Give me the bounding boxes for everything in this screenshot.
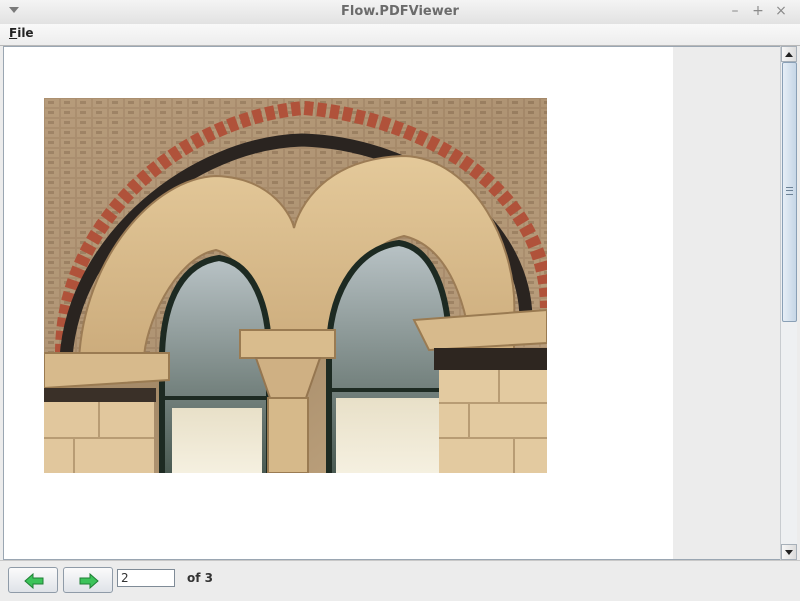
document-viewport[interactable] — [3, 46, 783, 560]
menu-file-mnemonic: F — [9, 26, 18, 40]
menu-file-label: ile — [17, 26, 34, 40]
arrow-right-icon — [79, 573, 99, 589]
vertical-scrollbar[interactable] — [780, 46, 797, 560]
arrow-left-icon — [24, 573, 44, 589]
scroll-up-button[interactable] — [781, 46, 797, 62]
page-number-input[interactable] — [117, 569, 175, 587]
scroll-down-button[interactable] — [781, 544, 797, 560]
maximize-button[interactable]: + — [750, 3, 766, 19]
window-title: Flow.PDFViewer — [341, 4, 459, 19]
menu-bar: File — [0, 24, 800, 46]
menu-file[interactable]: File — [9, 26, 34, 40]
next-page-button[interactable] — [63, 567, 113, 593]
arched-windows-photo — [44, 98, 547, 473]
page-count-label: of 3 — [187, 571, 213, 585]
scroll-thumb[interactable] — [782, 62, 797, 322]
previous-page-button[interactable] — [8, 567, 58, 593]
minimize-button[interactable]: – — [727, 3, 743, 19]
title-bar: Flow.PDFViewer – + × — [0, 0, 800, 25]
close-button[interactable]: × — [773, 3, 789, 19]
page-image — [44, 98, 547, 473]
pdf-page — [4, 47, 673, 559]
grip-icon — [786, 187, 793, 195]
